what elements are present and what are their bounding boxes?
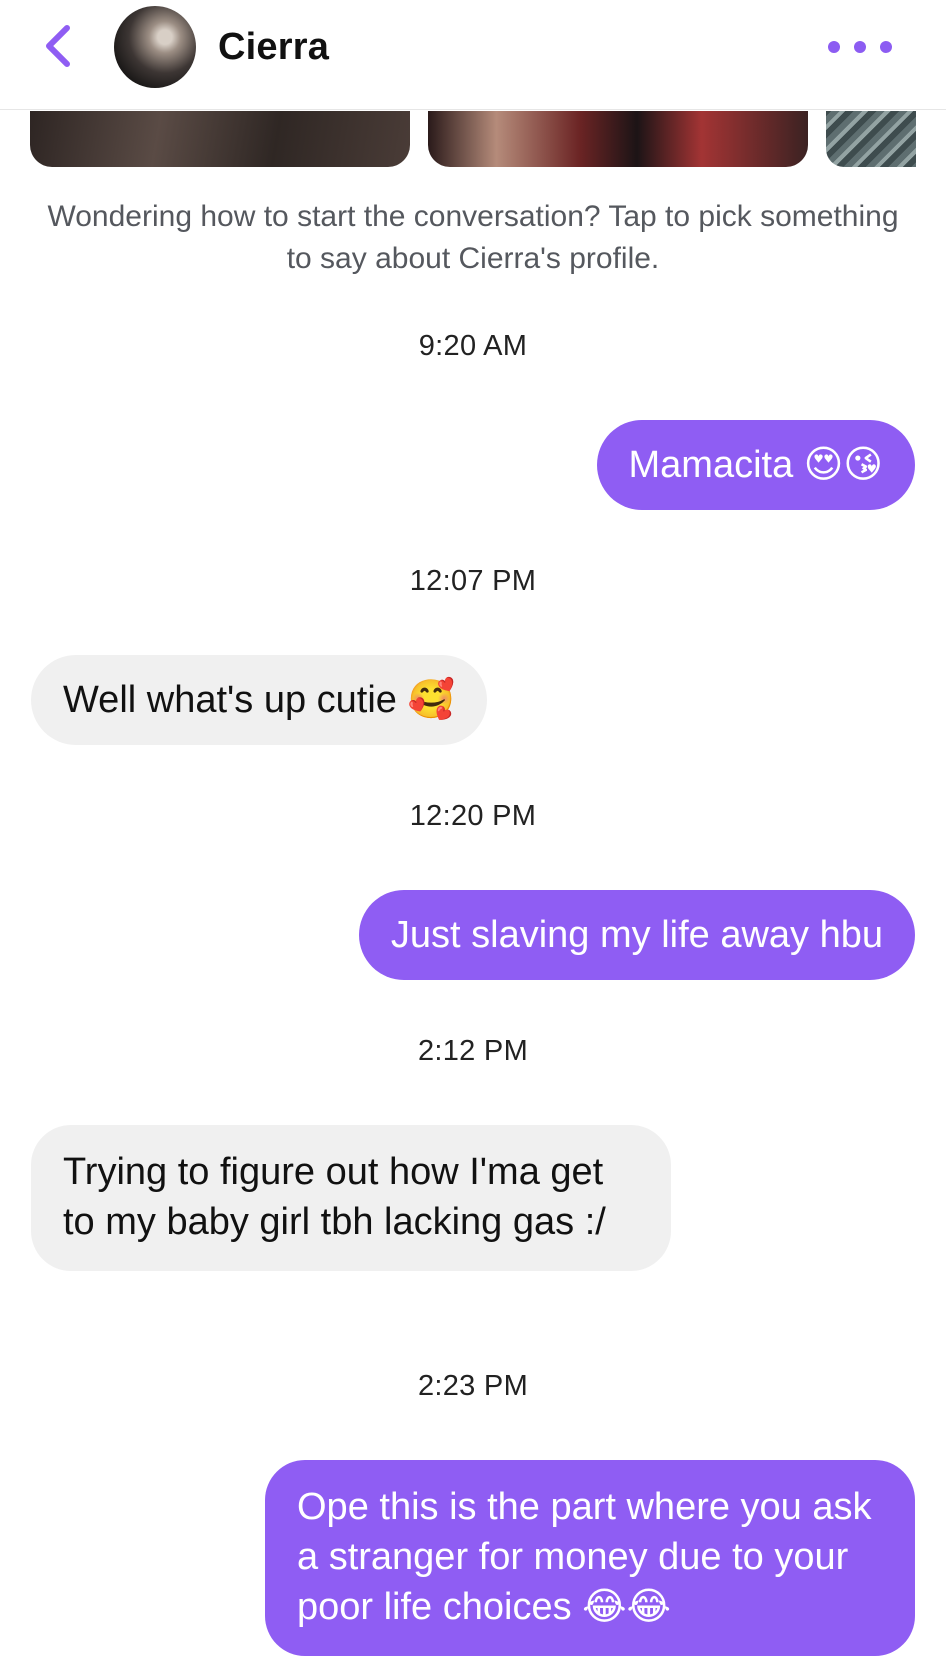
more-horizontal-icon — [828, 41, 840, 53]
incoming-message[interactable]: Well what's up cutie 🥰 — [31, 655, 487, 745]
outgoing-message[interactable]: Ope this is the part where you ask a str… — [265, 1460, 915, 1656]
profile-photo-strip — [0, 111, 946, 167]
profile-photo[interactable] — [30, 111, 410, 167]
outgoing-message[interactable]: Just slaving my life away hbu — [358, 890, 915, 980]
more-dot — [854, 41, 866, 53]
conversation-starter-prompt[interactable]: Wondering how to start the conversation?… — [40, 196, 906, 280]
message-timestamp: 9:20 AM — [418, 330, 528, 362]
chat-header: Cierra — [0, 0, 946, 110]
chevron-left-icon — [46, 25, 70, 67]
more-options-button[interactable] — [828, 34, 892, 60]
message-timestamp: 2:12 PM — [417, 1035, 529, 1067]
profile-photo[interactable] — [428, 111, 808, 167]
profile-photo[interactable] — [826, 111, 916, 167]
avatar[interactable] — [114, 6, 196, 88]
message-timestamp: 2:23 PM — [417, 1370, 529, 1402]
outgoing-message[interactable]: Mamacita 😍😘 — [596, 420, 915, 510]
incoming-message[interactable]: Trying to figure out how I'ma get to my … — [31, 1125, 671, 1271]
message-timestamp: 12:07 PM — [409, 565, 537, 597]
contact-name[interactable]: Cierra — [218, 26, 329, 69]
back-button[interactable] — [34, 22, 82, 70]
message-timestamp: 12:20 PM — [409, 800, 537, 832]
more-dot — [880, 41, 892, 53]
